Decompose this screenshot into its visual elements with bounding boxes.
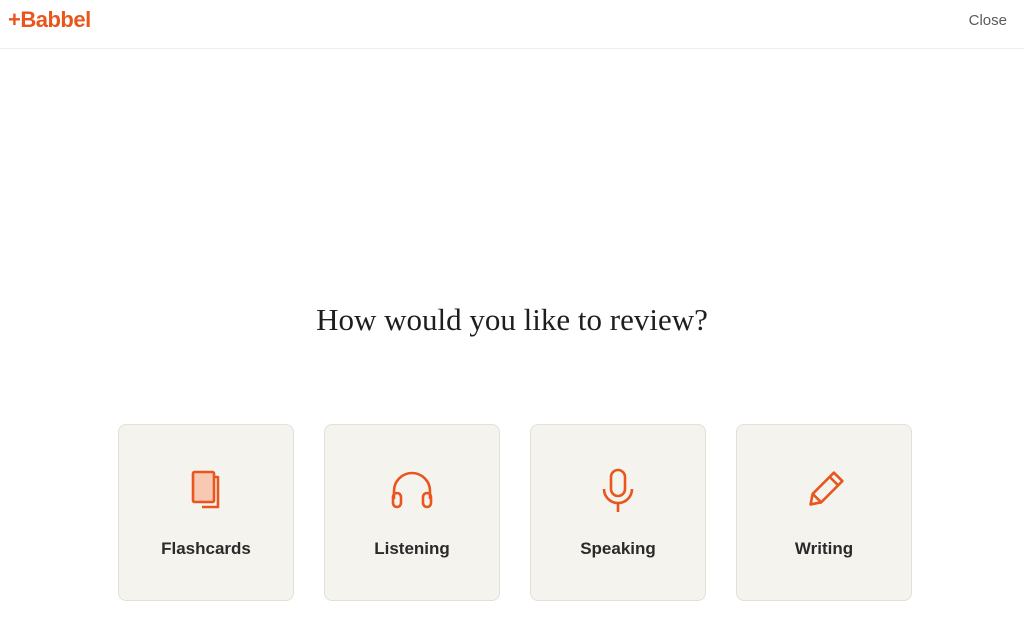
pencil-icon: [737, 467, 911, 515]
close-button[interactable]: Close: [969, 11, 1007, 31]
babbel-logo[interactable]: +Babbel: [8, 6, 91, 34]
option-label: Flashcards: [161, 539, 251, 558]
option-flashcards[interactable]: Flashcards: [118, 424, 294, 601]
headphones-icon: [325, 467, 499, 515]
top-bar: +Babbel Close: [0, 0, 1024, 49]
option-listening[interactable]: Listening: [324, 424, 500, 601]
option-writing[interactable]: Writing: [736, 424, 912, 601]
microphone-icon: [531, 467, 705, 515]
option-label: Speaking: [580, 539, 656, 558]
page-title: How would you like to review?: [316, 302, 708, 337]
option-label: Listening: [374, 539, 450, 558]
review-options: Flashcards Listening Speaking Writing: [118, 424, 912, 601]
option-label: Writing: [794, 539, 854, 558]
flashcards-icon: [119, 467, 293, 515]
option-speaking[interactable]: Speaking: [530, 424, 706, 601]
